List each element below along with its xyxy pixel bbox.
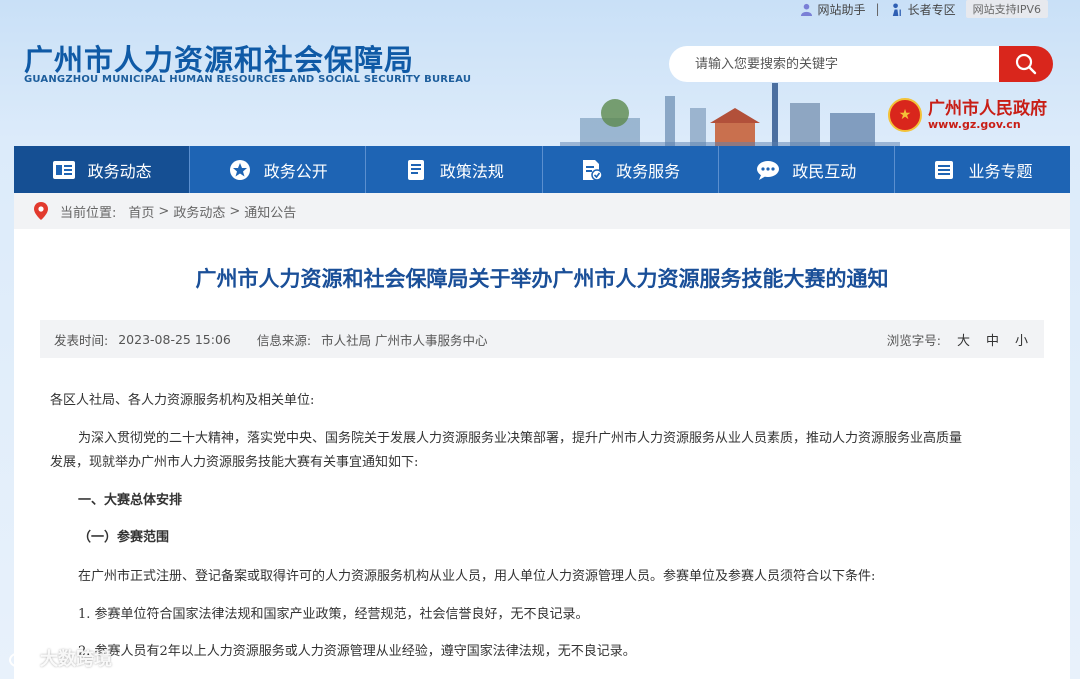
search-button[interactable] xyxy=(999,46,1053,82)
nav-label: 政务公开 xyxy=(263,161,328,181)
location-pin-icon xyxy=(34,202,48,220)
nav-item-government-news[interactable]: 政务动态 xyxy=(14,146,191,193)
elderly-person-icon xyxy=(892,2,901,16)
nav-item-public-interaction[interactable]: 政民互动 xyxy=(719,146,895,193)
nav-item-policies-regulations[interactable]: 政策法规 xyxy=(366,146,543,193)
nav-label: 政策法规 xyxy=(439,161,504,181)
paragraph: 为深入贯彻党的二十大精神，落实党中央、国务院关于发展人力资源服务业决策部署，提升… xyxy=(78,431,963,446)
font-size-label: 浏览字号: xyxy=(886,332,941,348)
watermark: 大数跨境 xyxy=(8,645,112,671)
source-value: 市人社局 广州市人事服务中心 xyxy=(321,332,488,348)
nav-label: 政务动态 xyxy=(87,161,152,181)
guangzhou-government-link[interactable]: ★ 广州市人民政府 www.gz.gov.cn xyxy=(888,98,1047,132)
elderly-zone-label: 长者专区 xyxy=(907,2,956,17)
star-icon xyxy=(228,158,252,182)
list-item: 1. 参赛单位符合国家法律法规和国家产业政策，经营规范，社会信誉良好，无不良记录… xyxy=(78,607,589,622)
newspaper-icon xyxy=(52,158,76,182)
person-icon xyxy=(800,3,812,16)
article-title: 广州市人力资源和社会保障局关于举办广州市人力资源服务技能大赛的通知 xyxy=(195,267,889,291)
subsection-heading: （一）参赛范围 xyxy=(78,530,170,545)
breadcrumb-prefix: 当前位置: xyxy=(60,205,117,221)
book-icon xyxy=(404,158,428,182)
source-label: 信息来源: xyxy=(256,332,312,348)
nav-item-special-topics[interactable]: 业务专题 xyxy=(895,146,1070,193)
content-card: 当前位置: 首页 > 政务动态 > 通知公告 广州市人力资源和社会保障局关于举办… xyxy=(14,193,1070,679)
section-heading: 一、大赛总体安排 xyxy=(78,493,183,508)
search-bar xyxy=(669,46,1053,82)
breadcrumb: 当前位置: 首页 > 政务动态 > 通知公告 xyxy=(14,193,1070,229)
city-skyline-illustration xyxy=(560,83,900,148)
breadcrumb-section[interactable]: 政务动态 xyxy=(173,202,225,221)
weibo-logo-icon xyxy=(9,649,33,668)
ipv6-badge: 网站支持IPV6 xyxy=(965,0,1048,18)
gov-url: www.gz.gov.cn xyxy=(928,117,1021,131)
search-icon xyxy=(1015,53,1037,75)
breadcrumb-current[interactable]: 通知公告 xyxy=(244,202,296,221)
elderly-zone-link[interactable]: 长者专区 xyxy=(890,1,956,18)
nav-item-government-openness[interactable]: 政务公开 xyxy=(190,146,367,193)
nav-label: 政务服务 xyxy=(616,161,681,181)
publish-time-label: 发表时间: xyxy=(54,332,109,348)
breadcrumb-separator: > xyxy=(158,203,170,219)
bureau-title-english: GUANGZHOU MUNICIPAL HUMAN RESOURCES AND … xyxy=(24,74,472,85)
nav-item-government-services[interactable]: 政务服务 xyxy=(543,146,719,193)
national-emblem-icon: ★ xyxy=(888,98,922,132)
article-meta: 发表时间: 2023-08-25 15:06 信息来源: 市人社局 广州市人事服… xyxy=(40,320,1044,358)
breadcrumb-home[interactable]: 首页 xyxy=(128,202,154,221)
list-item: 2. 参赛人员有2年以上人力资源服务或人力资源管理从业经验，遵守国家法律法规，无… xyxy=(78,644,636,659)
site-assistant-link[interactable]: 网站助手 xyxy=(800,1,866,18)
nav-label: 政民互动 xyxy=(792,161,857,181)
font-size-medium-button[interactable]: 中 xyxy=(986,330,999,349)
bureau-title[interactable]: 广州市人力资源和社会保障局 xyxy=(24,37,414,79)
list-icon xyxy=(932,158,956,182)
breadcrumb-separator: > xyxy=(229,203,241,219)
publish-time: 2023-08-25 15:06 xyxy=(118,331,231,347)
search-input[interactable] xyxy=(669,46,999,82)
site-assistant-label: 网站助手 xyxy=(817,2,866,17)
font-size-large-button[interactable]: 大 xyxy=(957,330,970,349)
topbar-separator: | xyxy=(875,2,880,16)
document-check-icon xyxy=(580,158,604,182)
paragraph: 发展，现就举办广州市人力资源服务技能大赛有关事宜通知如下: xyxy=(50,455,419,470)
nav-label: 业务专题 xyxy=(968,161,1033,181)
paragraph: 在广州市正式注册、登记备案或取得许可的人力资源服务机构从业人员，用人单位人力资源… xyxy=(78,569,876,584)
watermark-text: 大数跨境 xyxy=(40,649,112,670)
gov-name: 广州市人民政府 xyxy=(928,98,1047,119)
salutation: 各区人社局、各人力资源服务机构及相关单位: xyxy=(50,393,315,408)
chat-bubble-icon xyxy=(756,158,780,182)
top-utility-bar: 网站助手 | 长者专区 网站支持IPV6 xyxy=(800,0,1048,18)
font-size-small-button[interactable]: 小 xyxy=(1015,330,1028,349)
main-navigation: 政务动态 政务公开 政策法规 政务服务 政民互动 业务专题 xyxy=(14,146,1070,193)
